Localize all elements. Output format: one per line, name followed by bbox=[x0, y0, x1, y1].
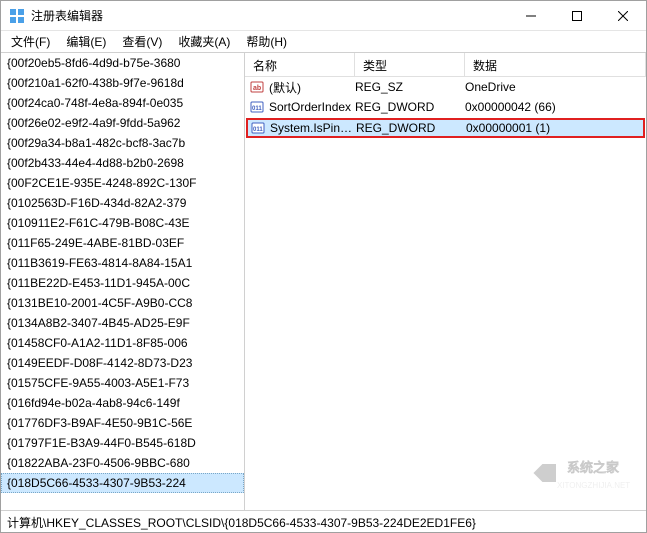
menu-help[interactable]: 帮助(H) bbox=[238, 31, 295, 52]
close-button[interactable] bbox=[600, 1, 646, 31]
registry-editor-window: 注册表编辑器 文件(F) 编辑(E) 查看(V) 收藏夹(A) 帮助(H) {0… bbox=[0, 0, 647, 533]
tree-item[interactable]: {01458CF0-A1A2-11D1-8F85-006 bbox=[1, 333, 244, 353]
row-type: REG_DWORD bbox=[355, 100, 465, 114]
row-name: System.IsPinne... bbox=[270, 121, 356, 135]
app-icon bbox=[9, 8, 25, 24]
tree-item[interactable]: {00f29a34-b8a1-482c-bcf8-3ac7b bbox=[1, 133, 244, 153]
column-header-type[interactable]: 类型 bbox=[355, 53, 465, 76]
menubar: 文件(F) 编辑(E) 查看(V) 收藏夹(A) 帮助(H) bbox=[1, 31, 646, 53]
tree-item[interactable]: {00f210a1-62f0-438b-9f7e-9618d bbox=[1, 73, 244, 93]
list-pane: 名称 类型 数据 ab (默认)REG_SZOneDrive 011 SortOrde… bbox=[245, 53, 646, 510]
menu-view[interactable]: 查看(V) bbox=[114, 31, 170, 52]
tree-item[interactable]: {00f24ca0-748f-4e8a-894f-0e035 bbox=[1, 93, 244, 113]
minimize-button[interactable] bbox=[508, 1, 554, 31]
list-row[interactable]: 011 SortOrderIndexREG_DWORD0x00000042 (66… bbox=[245, 97, 646, 117]
statusbar: 计算机\HKEY_CLASSES_ROOT\CLSID\{018D5C66-45… bbox=[1, 510, 646, 532]
row-name: SortOrderIndex bbox=[269, 100, 355, 114]
tree-item[interactable]: {0134A8B2-3407-4B45-AD25-E9F bbox=[1, 313, 244, 333]
tree-item[interactable]: {01776DF3-B9AF-4E50-9B1C-56E bbox=[1, 413, 244, 433]
menu-favorites[interactable]: 收藏夹(A) bbox=[170, 31, 238, 52]
menu-file[interactable]: 文件(F) bbox=[3, 31, 58, 52]
titlebar[interactable]: 注册表编辑器 bbox=[1, 1, 646, 31]
content-area: {00f20eb5-8fd6-4d9d-b75e-3680{00f210a1-6… bbox=[1, 53, 646, 510]
row-data: 0x00000042 (66) bbox=[465, 100, 646, 114]
tree-item[interactable]: {0149EEDF-D08F-4142-8D73-D23 bbox=[1, 353, 244, 373]
tree-pane[interactable]: {00f20eb5-8fd6-4d9d-b75e-3680{00f210a1-6… bbox=[1, 53, 245, 510]
tree-item[interactable]: {00f20eb5-8fd6-4d9d-b75e-3680 bbox=[1, 53, 244, 73]
tree-item[interactable]: {018D5C66-4533-4307-9B53-224 bbox=[1, 473, 244, 493]
list-row[interactable]: ab (默认)REG_SZOneDrive bbox=[245, 77, 646, 97]
list-header: 名称 类型 数据 bbox=[245, 53, 646, 77]
row-name: (默认) bbox=[269, 79, 355, 96]
binary-value-icon: 011 bbox=[250, 120, 266, 136]
svg-text:011: 011 bbox=[252, 106, 262, 112]
tree-item[interactable]: {0102563D-F16D-434d-82A2-379 bbox=[1, 193, 244, 213]
svg-text:ab: ab bbox=[253, 85, 261, 92]
tree-item[interactable]: {016fd94e-b02a-4ab8-94c6-149f bbox=[1, 393, 244, 413]
column-header-name[interactable]: 名称 bbox=[245, 53, 355, 76]
statusbar-path: 计算机\HKEY_CLASSES_ROOT\CLSID\{018D5C66-45… bbox=[7, 516, 476, 530]
tree-item[interactable]: {00F2CE1E-935E-4248-892C-130F bbox=[1, 173, 244, 193]
row-data: 0x00000001 (1) bbox=[466, 121, 643, 135]
tree-item[interactable]: {011F65-249E-4ABE-81BD-03EF bbox=[1, 233, 244, 253]
tree-item[interactable]: {01822ABA-23F0-4506-9BBC-680 bbox=[1, 453, 244, 473]
tree-item[interactable]: {01575CFE-9A55-4003-A5E1-F73 bbox=[1, 373, 244, 393]
tree-item[interactable]: {0131BE10-2001-4C5F-A9B0-CC8 bbox=[1, 293, 244, 313]
binary-value-icon: 011 bbox=[249, 99, 265, 115]
row-data: OneDrive bbox=[465, 80, 646, 94]
svg-text:011: 011 bbox=[253, 127, 263, 133]
maximize-button[interactable] bbox=[554, 1, 600, 31]
list-body[interactable]: ab (默认)REG_SZOneDrive 011 SortOrderIndexREG… bbox=[245, 77, 646, 510]
window-controls bbox=[508, 1, 646, 31]
row-type: REG_DWORD bbox=[356, 121, 466, 135]
list-row[interactable]: 011 System.IsPinne...REG_DWORD0x00000001 … bbox=[246, 118, 645, 138]
column-header-data[interactable]: 数据 bbox=[465, 53, 646, 76]
tree-item[interactable]: {011B3619-FE63-4814-8A84-15A1 bbox=[1, 253, 244, 273]
tree-item[interactable]: {010911E2-F61C-479B-B08C-43E bbox=[1, 213, 244, 233]
string-value-icon: ab bbox=[249, 79, 265, 95]
tree-item[interactable]: {01797F1E-B3A9-44F0-B545-618D bbox=[1, 433, 244, 453]
window-title: 注册表编辑器 bbox=[31, 7, 508, 24]
tree-item[interactable]: {00f2b433-44e4-4d88-b2b0-2698 bbox=[1, 153, 244, 173]
tree-item[interactable]: {00f26e02-e9f2-4a9f-9fdd-5a962 bbox=[1, 113, 244, 133]
tree-item[interactable]: {011BE22D-E453-11D1-945A-00C bbox=[1, 273, 244, 293]
menu-edit[interactable]: 编辑(E) bbox=[58, 31, 114, 52]
row-type: REG_SZ bbox=[355, 80, 465, 94]
